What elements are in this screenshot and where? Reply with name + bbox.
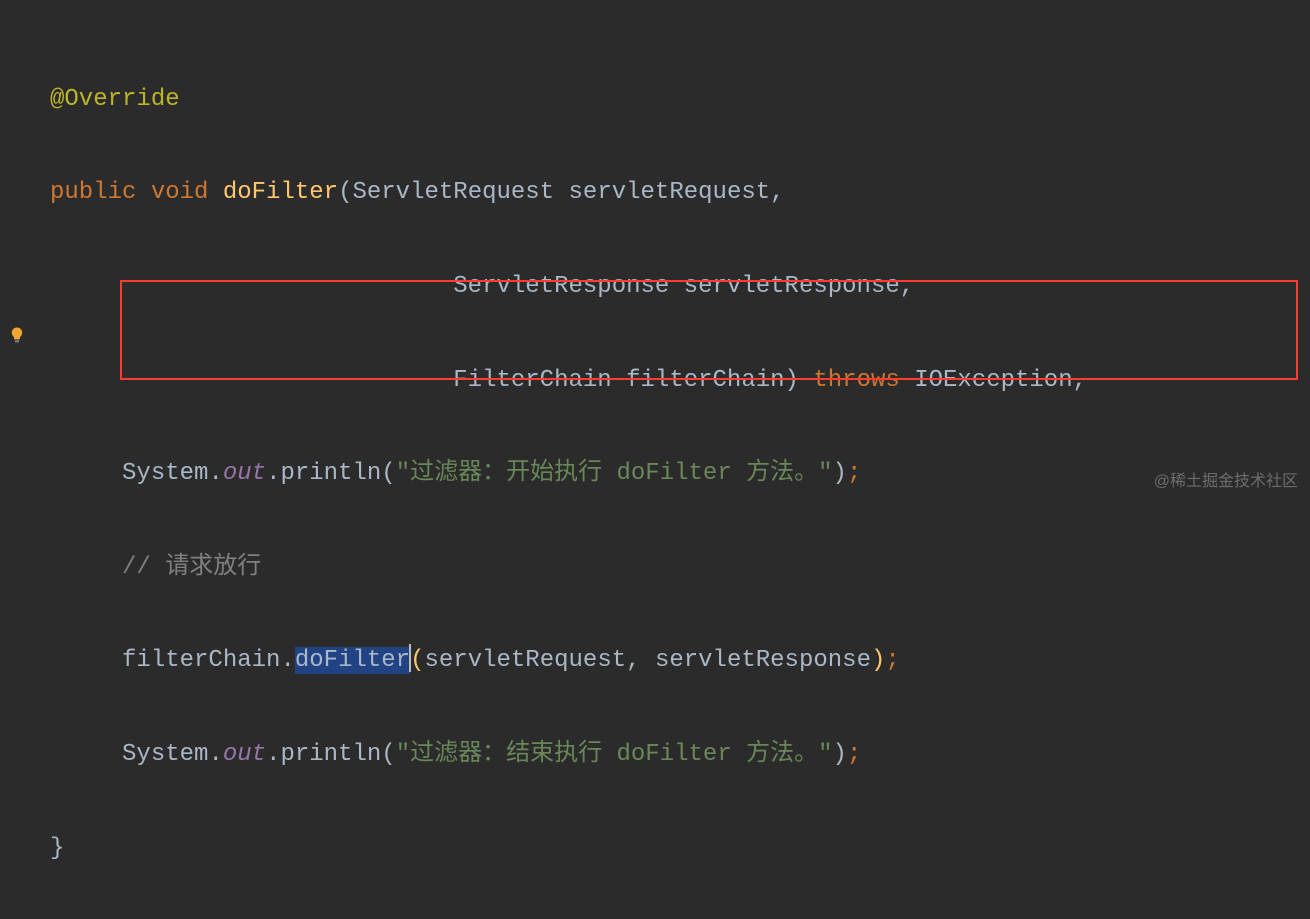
paren-close: ) <box>833 741 847 768</box>
param: filterChain <box>626 367 784 394</box>
method-call: println <box>280 741 381 768</box>
comma: , <box>626 647 640 674</box>
annotation: @Override <box>50 86 180 113</box>
dot: . <box>208 460 222 487</box>
code-line: // 请求放行 <box>50 545 1310 592</box>
comma: , <box>1073 367 1087 394</box>
paren-close: ) <box>871 647 885 674</box>
dot: . <box>280 647 294 674</box>
semicolon: ; <box>847 741 861 768</box>
paren-open: ( <box>338 179 352 206</box>
param: servletRequest <box>569 179 771 206</box>
brace-close: } <box>50 835 64 862</box>
code-line: ServletResponse servletResponse, <box>50 264 1310 311</box>
semicolon: ; <box>885 647 899 674</box>
string-literal: "过滤器：结束执行 doFilter 方法。" <box>396 741 833 768</box>
static-field: out <box>223 460 266 487</box>
dot: . <box>266 460 280 487</box>
paren-open: ( <box>410 647 424 674</box>
keyword-void: void <box>151 179 209 206</box>
paren-open: ( <box>381 741 395 768</box>
exception: IOException <box>914 367 1072 394</box>
code-editor[interactable]: @Override public void doFilter(ServletRe… <box>0 30 1310 919</box>
type: FilterChain <box>453 367 611 394</box>
code-line: System.out.println("过滤器：结束执行 doFilter 方法… <box>50 732 1310 779</box>
code-line: public void doFilter(ServletRequest serv… <box>50 170 1310 217</box>
paren-close: ) <box>833 460 847 487</box>
dot: . <box>208 741 222 768</box>
comma: , <box>770 179 784 206</box>
comment: // 请求放行 <box>122 554 261 581</box>
argument: servletRequest <box>424 647 626 674</box>
param: servletResponse <box>684 273 900 300</box>
code-line: filterChain.doFilter(servletRequest, ser… <box>50 638 1310 685</box>
keyword-public: public <box>50 179 136 206</box>
intention-bulb-icon[interactable] <box>8 326 26 344</box>
class-ref: System <box>122 741 208 768</box>
argument: servletResponse <box>655 647 871 674</box>
selected-text: doFilter <box>295 647 410 674</box>
method-call: println <box>280 460 381 487</box>
code-line: } <box>50 826 1310 873</box>
paren-open: ( <box>381 460 395 487</box>
method-name: doFilter <box>223 179 338 206</box>
code-line: FilterChain filterChain) throws IOExcept… <box>50 358 1310 405</box>
text-caret <box>409 644 411 672</box>
comma: , <box>900 273 914 300</box>
class-ref: System <box>122 460 208 487</box>
static-field: out <box>223 741 266 768</box>
type: ServletRequest <box>352 179 554 206</box>
code-line: System.out.println("过滤器：开始执行 doFilter 方法… <box>50 451 1310 498</box>
keyword-throws: throws <box>813 367 899 394</box>
semicolon: ; <box>847 460 861 487</box>
type: ServletResponse <box>453 273 669 300</box>
code-line: @Override <box>50 77 1310 124</box>
dot: . <box>266 741 280 768</box>
paren-close: ) <box>785 367 799 394</box>
string-literal: "过滤器：开始执行 doFilter 方法。" <box>396 460 833 487</box>
object-ref: filterChain <box>122 647 280 674</box>
watermark: @稀土掘金技术社区 <box>1154 466 1298 497</box>
